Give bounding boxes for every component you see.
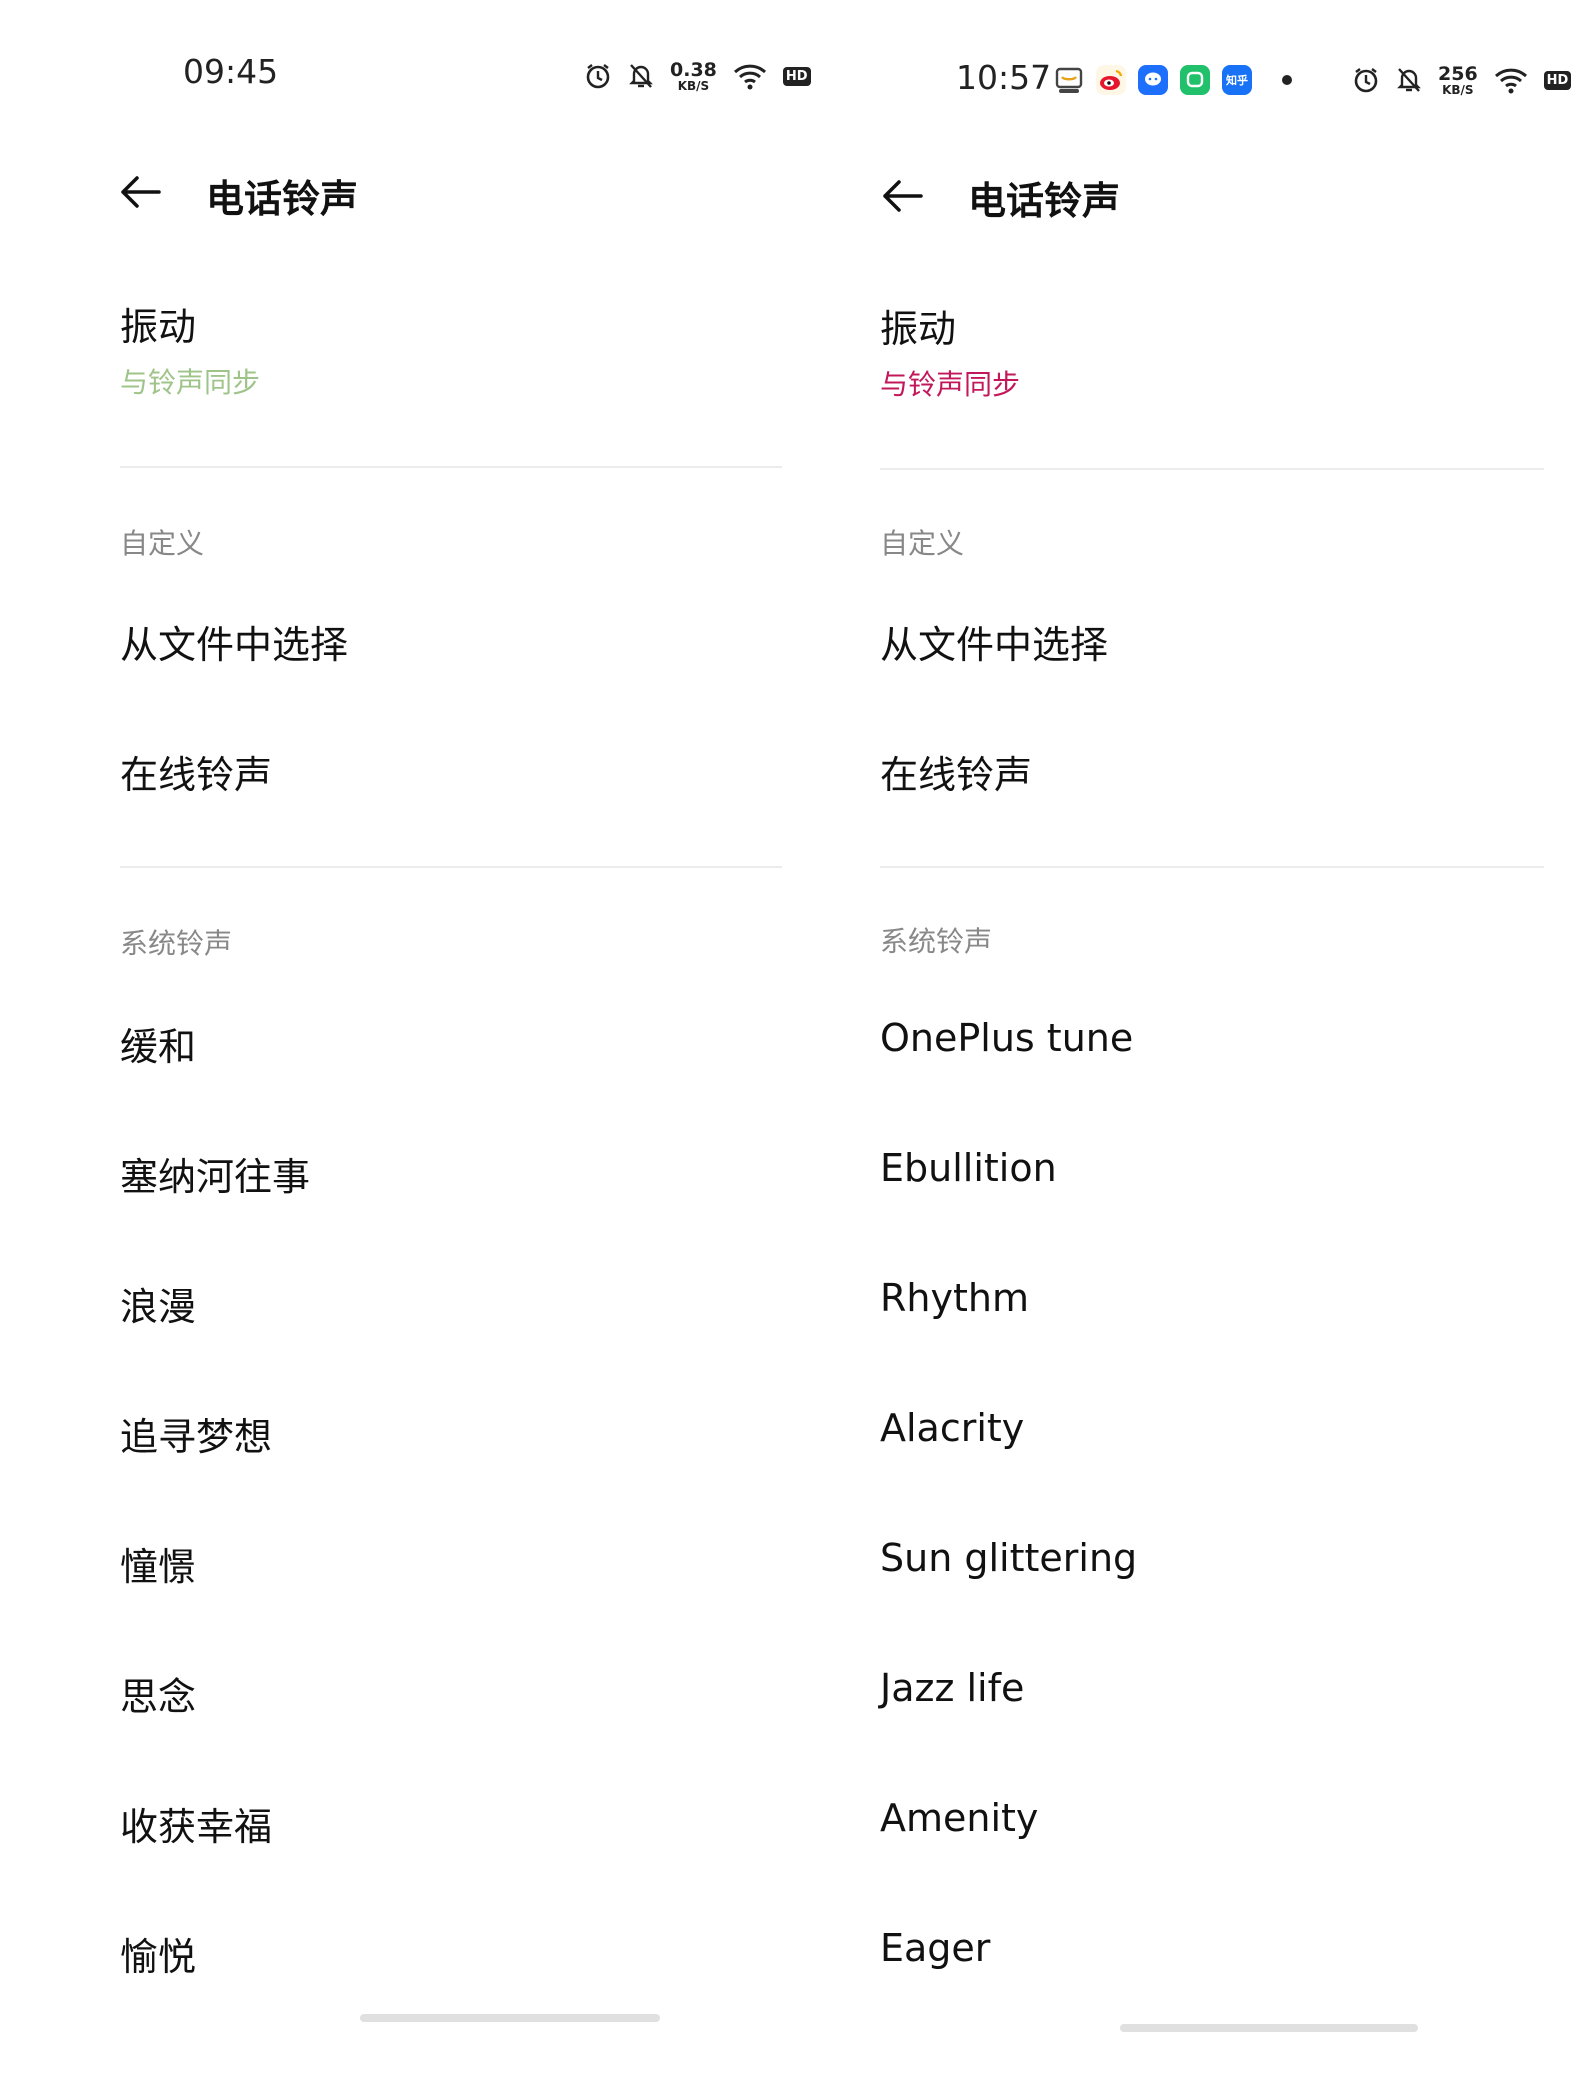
page-title: 电话铃声 bbox=[968, 179, 1121, 223]
ringtone-item[interactable]: 思念 bbox=[120, 1666, 196, 1721]
back-arrow-icon[interactable] bbox=[877, 172, 931, 222]
ringtone-item[interactable]: 憧憬 bbox=[120, 1536, 196, 1591]
home-indicator[interactable] bbox=[1120, 2024, 1418, 2032]
ringtone-item[interactable]: Sun glittering bbox=[880, 1536, 1137, 1580]
status-time: 09:45 bbox=[183, 52, 279, 91]
bell-muted-icon bbox=[628, 62, 654, 90]
app-notification-icon bbox=[1054, 65, 1084, 95]
weibo-icon bbox=[1096, 65, 1126, 95]
ringtone-item[interactable]: Jazz life bbox=[880, 1666, 1024, 1710]
section-header-custom: 自定义 bbox=[880, 527, 965, 560]
status-icons: 256 KB/S HD bbox=[1352, 58, 1572, 102]
vibration-setting[interactable]: 振动 与铃声同步 bbox=[120, 296, 780, 416]
ringtone-item[interactable]: Rhythm bbox=[880, 1276, 1029, 1320]
ringtone-item[interactable]: 愉悦 bbox=[120, 1926, 196, 1981]
home-indicator[interactable] bbox=[360, 2014, 660, 2022]
ringtone-item[interactable]: 浪漫 bbox=[120, 1276, 196, 1331]
left-screen: 09:45 0.38 KB/S HD 电话铃声 振动 与铃声同步 自定义 从文件… bbox=[0, 0, 811, 2088]
divider bbox=[120, 866, 782, 868]
divider bbox=[880, 468, 1544, 470]
divider bbox=[880, 866, 1544, 868]
chat-app-icon bbox=[1138, 65, 1168, 95]
ringtone-item[interactable]: Amenity bbox=[880, 1796, 1038, 1840]
bell-muted-icon bbox=[1396, 66, 1422, 94]
ringtone-item[interactable]: OnePlus tune bbox=[880, 1016, 1133, 1060]
network-speed: 256 KB/S bbox=[1438, 62, 1478, 97]
zhihu-icon: 知乎 bbox=[1222, 65, 1252, 95]
alarm-icon bbox=[1352, 66, 1380, 94]
hd-badge: HD bbox=[1543, 70, 1572, 90]
wifi-icon bbox=[1494, 66, 1528, 94]
online-ringtones[interactable]: 在线铃声 bbox=[880, 744, 1032, 799]
notification-icons: 知乎 bbox=[1054, 58, 1292, 102]
ringtone-item[interactable]: Ebullition bbox=[880, 1146, 1057, 1190]
vibration-setting[interactable]: 振动 与铃声同步 bbox=[880, 298, 1540, 418]
more-notifications-icon bbox=[1282, 75, 1292, 85]
wifi-icon bbox=[733, 62, 767, 90]
status-time: 10:57 bbox=[956, 58, 1052, 97]
online-ringtones[interactable]: 在线铃声 bbox=[120, 744, 272, 799]
ringtone-item[interactable]: 塞纳河往事 bbox=[120, 1146, 310, 1201]
section-header-system: 系统铃声 bbox=[120, 927, 233, 960]
ringtone-item[interactable]: 收获幸福 bbox=[120, 1796, 272, 1851]
section-header-custom: 自定义 bbox=[120, 527, 205, 560]
network-speed: 0.38 KB/S bbox=[670, 58, 717, 93]
ringtone-item[interactable]: Eager bbox=[880, 1926, 990, 1970]
ringtone-item[interactable]: 追寻梦想 bbox=[120, 1406, 272, 1461]
alarm-icon bbox=[584, 62, 612, 90]
message-app-icon bbox=[1180, 65, 1210, 95]
divider bbox=[120, 466, 782, 468]
vibration-value: 与铃声同步 bbox=[120, 366, 261, 399]
section-header-system: 系统铃声 bbox=[880, 925, 993, 958]
status-icons: 0.38 KB/S HD bbox=[584, 54, 811, 98]
back-arrow-icon[interactable] bbox=[115, 168, 169, 218]
vibration-value: 与铃声同步 bbox=[880, 368, 1021, 401]
choose-from-files[interactable]: 从文件中选择 bbox=[120, 614, 348, 669]
ringtone-item[interactable]: Alacrity bbox=[880, 1406, 1024, 1450]
vibration-label: 振动 bbox=[880, 307, 957, 351]
right-screen: 10:57 知乎 256 KB/S HD 电话铃声 振动 与铃声同步 自定义 从… bbox=[792, 0, 1584, 2088]
vibration-label: 振动 bbox=[120, 305, 197, 349]
ringtone-item[interactable]: 缓和 bbox=[120, 1016, 196, 1071]
choose-from-files[interactable]: 从文件中选择 bbox=[880, 614, 1108, 669]
page-title: 电话铃声 bbox=[206, 177, 359, 221]
